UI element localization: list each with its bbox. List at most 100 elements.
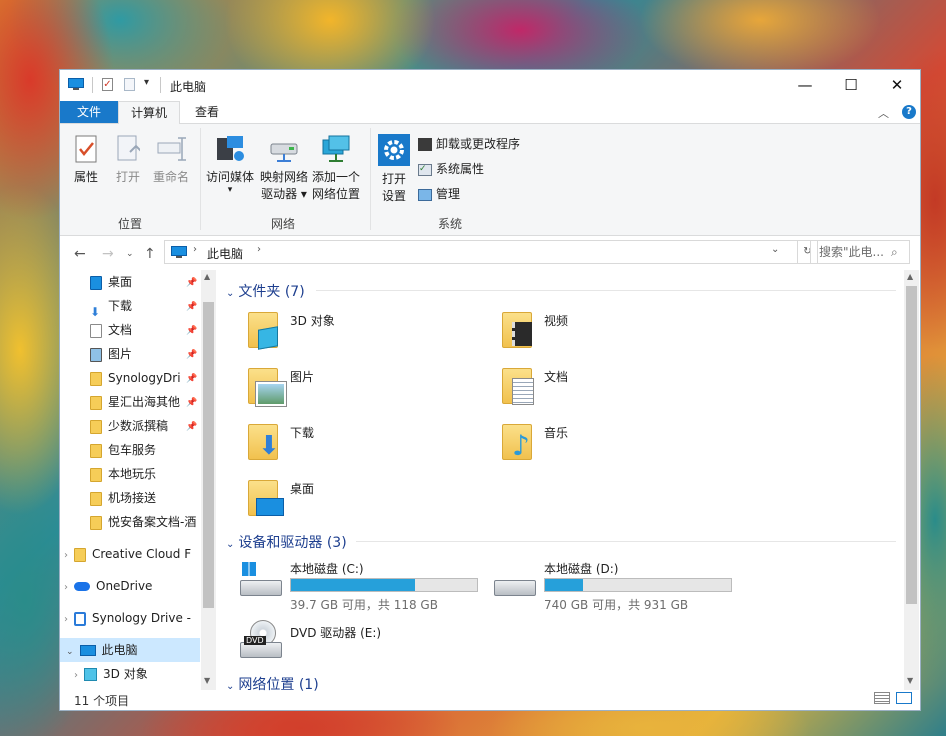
new-folder-quick-icon[interactable]: [124, 78, 135, 91]
nav-item-onedrive[interactable]: › OneDrive: [64, 574, 152, 598]
tab-view[interactable]: 查看: [184, 101, 230, 123]
nav-scrollbar-thumb[interactable]: [203, 302, 214, 608]
collapse-chevron-icon[interactable]: ⌄: [66, 647, 74, 657]
back-button[interactable]: ←: [74, 246, 86, 262]
network-section-header[interactable]: ⌄ 网络位置 (1): [226, 674, 319, 692]
details-view-icon[interactable]: [874, 692, 890, 704]
rename-label: 重命名: [152, 170, 189, 184]
window-title: 此电脑: [170, 80, 207, 94]
pin-icon[interactable]: 📌: [186, 343, 197, 367]
explorer-window: ✓ ▾ 此电脑 — ☐ ✕ 文件 计算机 查看 ︿ ? 属性 打开 重命名 位置…: [59, 69, 921, 711]
access-media-button[interactable]: 访问媒体 ▾: [204, 134, 256, 195]
folder-label: 下载: [290, 426, 315, 440]
system-properties-button[interactable]: ✓ 系统属性: [418, 161, 484, 177]
nav-scrollbar[interactable]: ▲ ▼: [201, 270, 216, 690]
expand-chevron-icon[interactable]: ›: [64, 550, 68, 561]
recent-locations-dropdown[interactable]: ⌄: [126, 249, 134, 259]
nav-item-quick-access[interactable]: 星汇出海其他: [90, 390, 180, 414]
collapse-ribbon-icon[interactable]: ︿: [878, 105, 889, 121]
nav-item-creative-cloud[interactable]: › Creative Cloud F: [64, 542, 204, 566]
search-input[interactable]: 搜索"此电... ⌕: [810, 240, 910, 264]
large-icons-view-icon[interactable]: [896, 692, 912, 704]
folders-section-header[interactable]: ⌄ 文件夹 (7): [226, 281, 305, 301]
content-scrollbar[interactable]: ▲ ▼: [904, 270, 919, 690]
add-location-label-1: 添加一个: [311, 170, 360, 184]
properties-button[interactable]: 属性: [66, 134, 106, 186]
map-network-drive-button[interactable]: 映射网络 驱动器 ▾: [258, 134, 310, 203]
up-button[interactable]: ↑: [144, 246, 156, 262]
minimize-button[interactable]: —: [782, 70, 828, 100]
manage-label: 管理: [436, 187, 461, 201]
nav-item-quick-access[interactable]: ⬇ 下载: [90, 294, 132, 319]
pin-icon[interactable]: 📌: [186, 415, 197, 439]
nav-item-quick-access[interactable]: 机场接送: [90, 486, 156, 510]
scroll-up-icon[interactable]: ▲: [907, 272, 913, 281]
pin-icon[interactable]: 📌: [186, 391, 197, 415]
nav-item-quick-access[interactable]: SynologyDri: [90, 366, 181, 390]
close-button[interactable]: ✕: [874, 70, 920, 100]
folder-item-music[interactable]: ♪ 音乐: [498, 420, 738, 470]
folder-item-videos[interactable]: 视频: [498, 308, 738, 358]
open-settings-button[interactable]: 打开 设置: [374, 134, 414, 205]
folder-item-desktop[interactable]: 桌面: [244, 476, 484, 526]
open-settings-label-2: 设置: [381, 189, 406, 203]
pin-icon[interactable]: 📌: [186, 271, 197, 295]
scroll-down-icon[interactable]: ▼: [907, 676, 913, 685]
collapse-chevron-icon[interactable]: ⌄: [226, 681, 234, 692]
pin-icon[interactable]: 📌: [186, 367, 197, 391]
address-bar[interactable]: › 此电脑 › ⌄: [164, 240, 798, 264]
customize-toolbar-dropdown[interactable]: ▾: [144, 77, 149, 88]
maximize-button[interactable]: ☐: [828, 70, 874, 100]
expand-chevron-icon[interactable]: ›: [74, 670, 78, 681]
properties-label: 属性: [73, 170, 98, 184]
folder-item-3d-objects[interactable]: 3D 对象: [244, 308, 484, 358]
nav-item-quick-access[interactable]: 悦安备案文档-酒: [90, 510, 196, 534]
pin-icon[interactable]: 📌: [186, 295, 197, 319]
pin-icon[interactable]: 📌: [186, 319, 197, 343]
folder-item-documents[interactable]: 文档: [498, 364, 738, 414]
collapse-chevron-icon[interactable]: ⌄: [226, 539, 234, 550]
drive-usage-bar: [290, 578, 478, 592]
drive-item-c[interactable]: 本地磁盘 (C:) 39.7 GB 可用，共 118 GB: [240, 560, 480, 612]
drive-item-d[interactable]: 本地磁盘 (D:) 740 GB 可用，共 931 GB: [494, 560, 734, 612]
rename-button[interactable]: 重命名: [150, 134, 192, 186]
nav-item-quick-access[interactable]: 包车服务: [90, 438, 156, 462]
devices-section-header[interactable]: ⌄ 设备和驱动器 (3): [226, 532, 347, 552]
section-divider: [356, 541, 896, 542]
folder-label: 3D 对象: [290, 314, 335, 328]
drive-item-dvd[interactable]: DVD DVD 驱动器 (E:): [240, 620, 480, 666]
nav-item-quick-access[interactable]: 桌面: [90, 270, 132, 294]
collapse-chevron-icon[interactable]: ⌄: [226, 288, 234, 299]
nav-item-quick-access[interactable]: 图片: [90, 342, 132, 366]
folder-item-downloads[interactable]: ⬇ 下载: [244, 420, 484, 470]
nav-item-synology-drive[interactable]: › Synology Drive -: [64, 606, 191, 630]
open-button[interactable]: 打开: [110, 134, 146, 186]
tab-computer[interactable]: 计算机: [118, 101, 180, 125]
expand-chevron-icon[interactable]: ›: [64, 614, 68, 625]
nav-item-quick-access[interactable]: 少数派撰稿: [90, 414, 168, 438]
scroll-up-icon[interactable]: ▲: [204, 272, 210, 281]
manage-button[interactable]: 管理: [418, 186, 460, 202]
scroll-down-icon[interactable]: ▼: [204, 676, 210, 685]
folder-item-pictures[interactable]: 图片: [244, 364, 484, 414]
expand-chevron-icon[interactable]: ›: [64, 582, 68, 593]
access-media-label: 访问媒体: [205, 170, 254, 184]
nav-item-quick-access[interactable]: 文档: [90, 318, 132, 342]
nav-item-this-pc[interactable]: ⌄ 此电脑: [60, 638, 200, 662]
system-properties-label: 系统属性: [436, 162, 485, 176]
nav-item-quick-access[interactable]: 本地玩乐: [90, 462, 156, 486]
tab-file[interactable]: 文件: [60, 101, 118, 123]
breadcrumb-this-pc[interactable]: 此电脑: [207, 245, 243, 262]
nav-item-3d-objects[interactable]: › 3D 对象: [74, 662, 148, 686]
uninstall-programs-button[interactable]: 卸载或更改程序: [418, 136, 520, 152]
help-icon[interactable]: ?: [902, 105, 916, 119]
breadcrumb-chevron-icon[interactable]: ›: [193, 244, 197, 255]
breadcrumb-chevron-icon[interactable]: ›: [257, 244, 261, 255]
forward-button[interactable]: →: [102, 246, 114, 262]
title-bar[interactable]: ✓ ▾ 此电脑 — ☐ ✕: [60, 70, 920, 100]
content-scrollbar-thumb[interactable]: [906, 286, 917, 604]
properties-quick-icon[interactable]: ✓: [102, 78, 113, 91]
3d-objects-folder-icon: [244, 308, 284, 350]
add-network-location-button[interactable]: 添加一个 网络位置: [310, 134, 362, 203]
address-history-dropdown[interactable]: ⌄: [771, 244, 779, 255]
